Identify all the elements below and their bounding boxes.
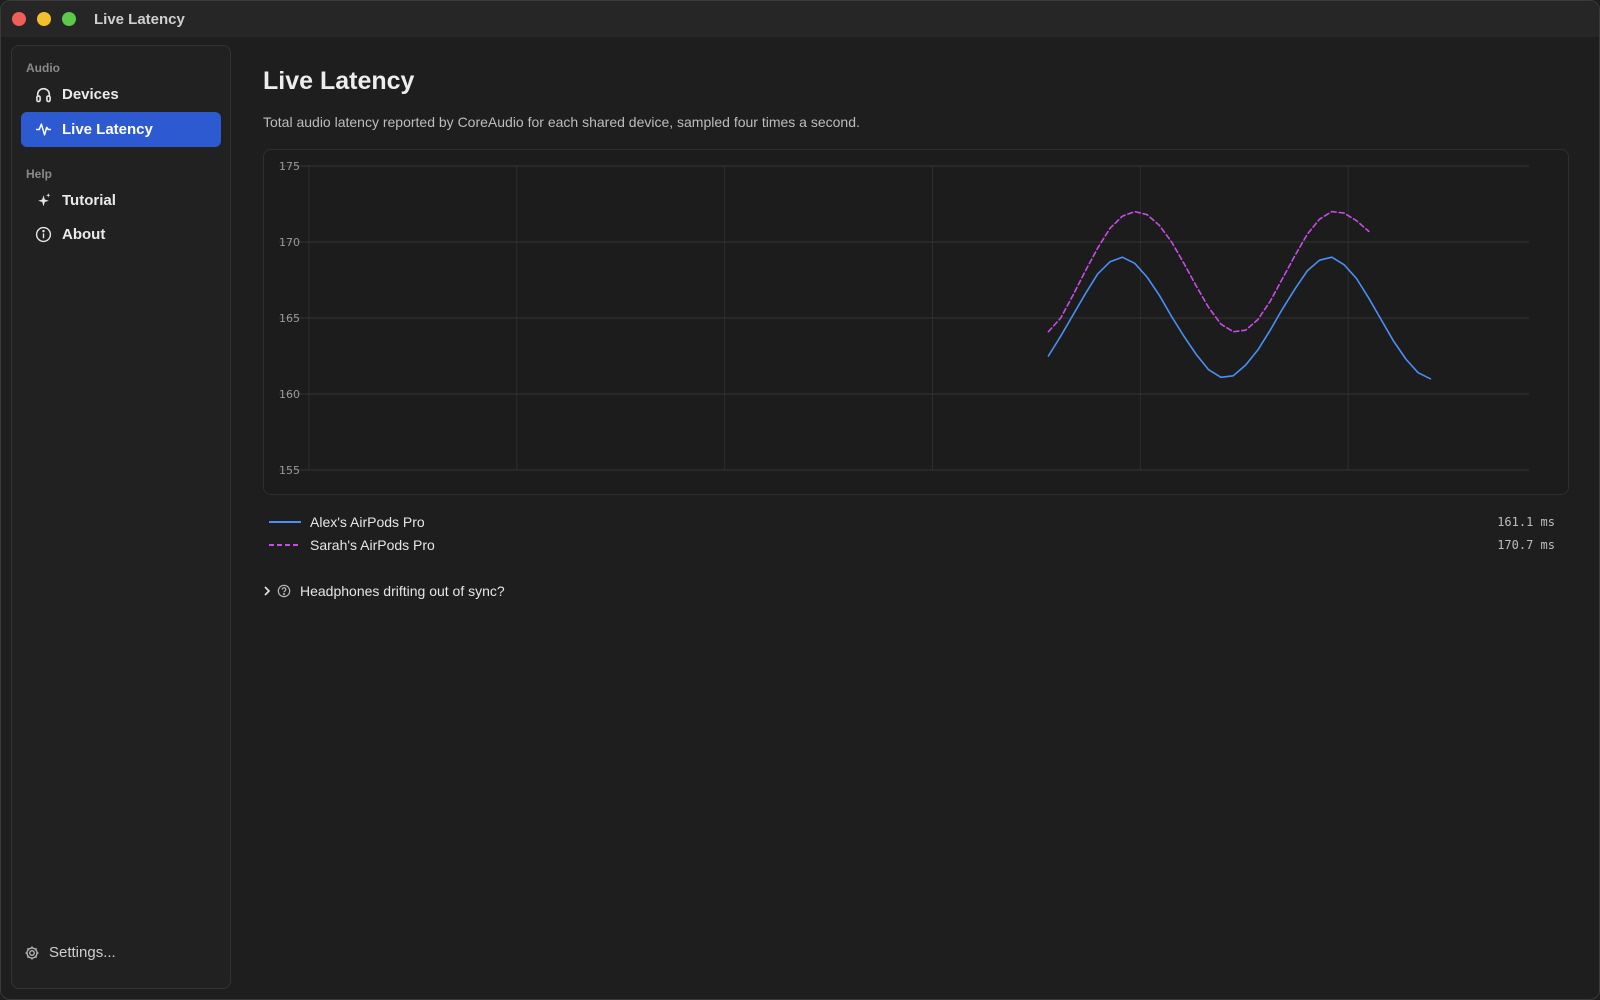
sync-help-disclosure[interactable]: Headphones drifting out of sync? [263, 583, 505, 599]
legend-item-alex: Alex's AirPods Pro 161.1 ms [269, 512, 1569, 532]
sidebar-item-devices[interactable]: Devices [21, 77, 221, 112]
main-content: Live Latency Total audio latency reporte… [263, 1, 1573, 999]
sidebar-item-label: Live Latency [62, 121, 153, 138]
app-window: Live Latency Audio Devices Live Latency … [0, 0, 1600, 1000]
sidebar: Audio Devices Live Latency Help Tutorial [11, 45, 231, 989]
legend-name: Sarah's AirPods Pro [310, 537, 435, 553]
y-tick-label: 155 [279, 464, 300, 477]
sidebar-section-audio: Audio [26, 61, 60, 75]
y-tick-label: 175 [279, 160, 300, 173]
settings-button[interactable]: Settings... [24, 944, 116, 961]
sidebar-item-live-latency[interactable]: Live Latency [21, 112, 221, 147]
latency-chart-plot: 175 170 165 160 155 [279, 160, 1529, 477]
legend-name: Alex's AirPods Pro [310, 514, 425, 530]
legend-latency-value: 161.1 ms [1497, 515, 1555, 529]
disclosure-label: Headphones drifting out of sync? [300, 583, 505, 599]
page-description: Total audio latency reported by CoreAudi… [263, 114, 860, 130]
legend-swatch-solid [269, 521, 301, 523]
y-tick-label: 165 [279, 312, 300, 325]
question-icon [277, 584, 291, 598]
chevron-right-icon [264, 586, 271, 596]
info-icon [35, 226, 52, 243]
zoom-window-button[interactable] [62, 12, 76, 26]
window-title: Live Latency [94, 11, 185, 28]
sidebar-item-label: About [62, 226, 106, 243]
headphones-icon [36, 87, 51, 103]
sidebar-item-label: Devices [62, 86, 119, 103]
sidebar-item-label: Tutorial [62, 192, 116, 209]
legend-swatch-dashed [269, 544, 301, 546]
y-tick-label: 160 [279, 388, 300, 401]
gear-icon [25, 946, 39, 959]
sidebar-item-tutorial[interactable]: Tutorial [21, 183, 221, 218]
close-window-button[interactable] [12, 12, 26, 26]
legend-item-sarah: Sarah's AirPods Pro 170.7 ms [269, 535, 1569, 555]
latency-chart: 175 170 165 160 155 [263, 149, 1569, 495]
waveform-icon [36, 123, 51, 136]
sparkles-icon [38, 193, 51, 207]
settings-label: Settings... [49, 944, 116, 961]
sidebar-section-help: Help [26, 167, 53, 181]
sidebar-item-about[interactable]: About [21, 217, 221, 252]
y-tick-label: 170 [279, 236, 300, 249]
series-line-1 [1047, 210, 1370, 333]
legend-latency-value: 170.7 ms [1497, 538, 1555, 552]
minimize-window-button[interactable] [37, 12, 51, 26]
page-title: Live Latency [263, 67, 415, 95]
